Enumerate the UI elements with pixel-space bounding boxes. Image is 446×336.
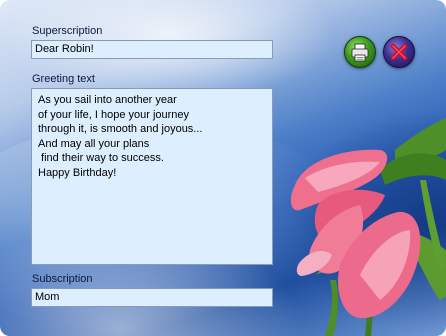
greeting-card-window: Superscription Dear Robin! Greeting text… [0,0,446,336]
greeting-line: And may all your plans [38,137,150,150]
close-button[interactable] [383,36,415,68]
greeting-line: find their way to success. [38,152,164,164]
subscription-input[interactable]: Mom [31,288,273,307]
greeting-line: As you sail into another year [38,94,177,106]
printer-icon [351,43,369,62]
greeting-text-label: Greeting text [32,73,95,85]
superscription-input[interactable]: Dear Robin! [31,40,273,59]
greeting-line: of your life, I hope your journey [38,108,190,121]
superscription-label: Superscription [32,25,103,37]
close-icon [390,43,408,61]
greeting-line: Happy Birthday! [38,166,117,179]
greeting-line: through it, is smooth and joyous... [38,123,203,135]
print-button[interactable] [344,36,376,68]
subscription-label: Subscription [32,273,93,285]
greeting-text-area[interactable]: As you sail into another year of your li… [31,88,273,265]
